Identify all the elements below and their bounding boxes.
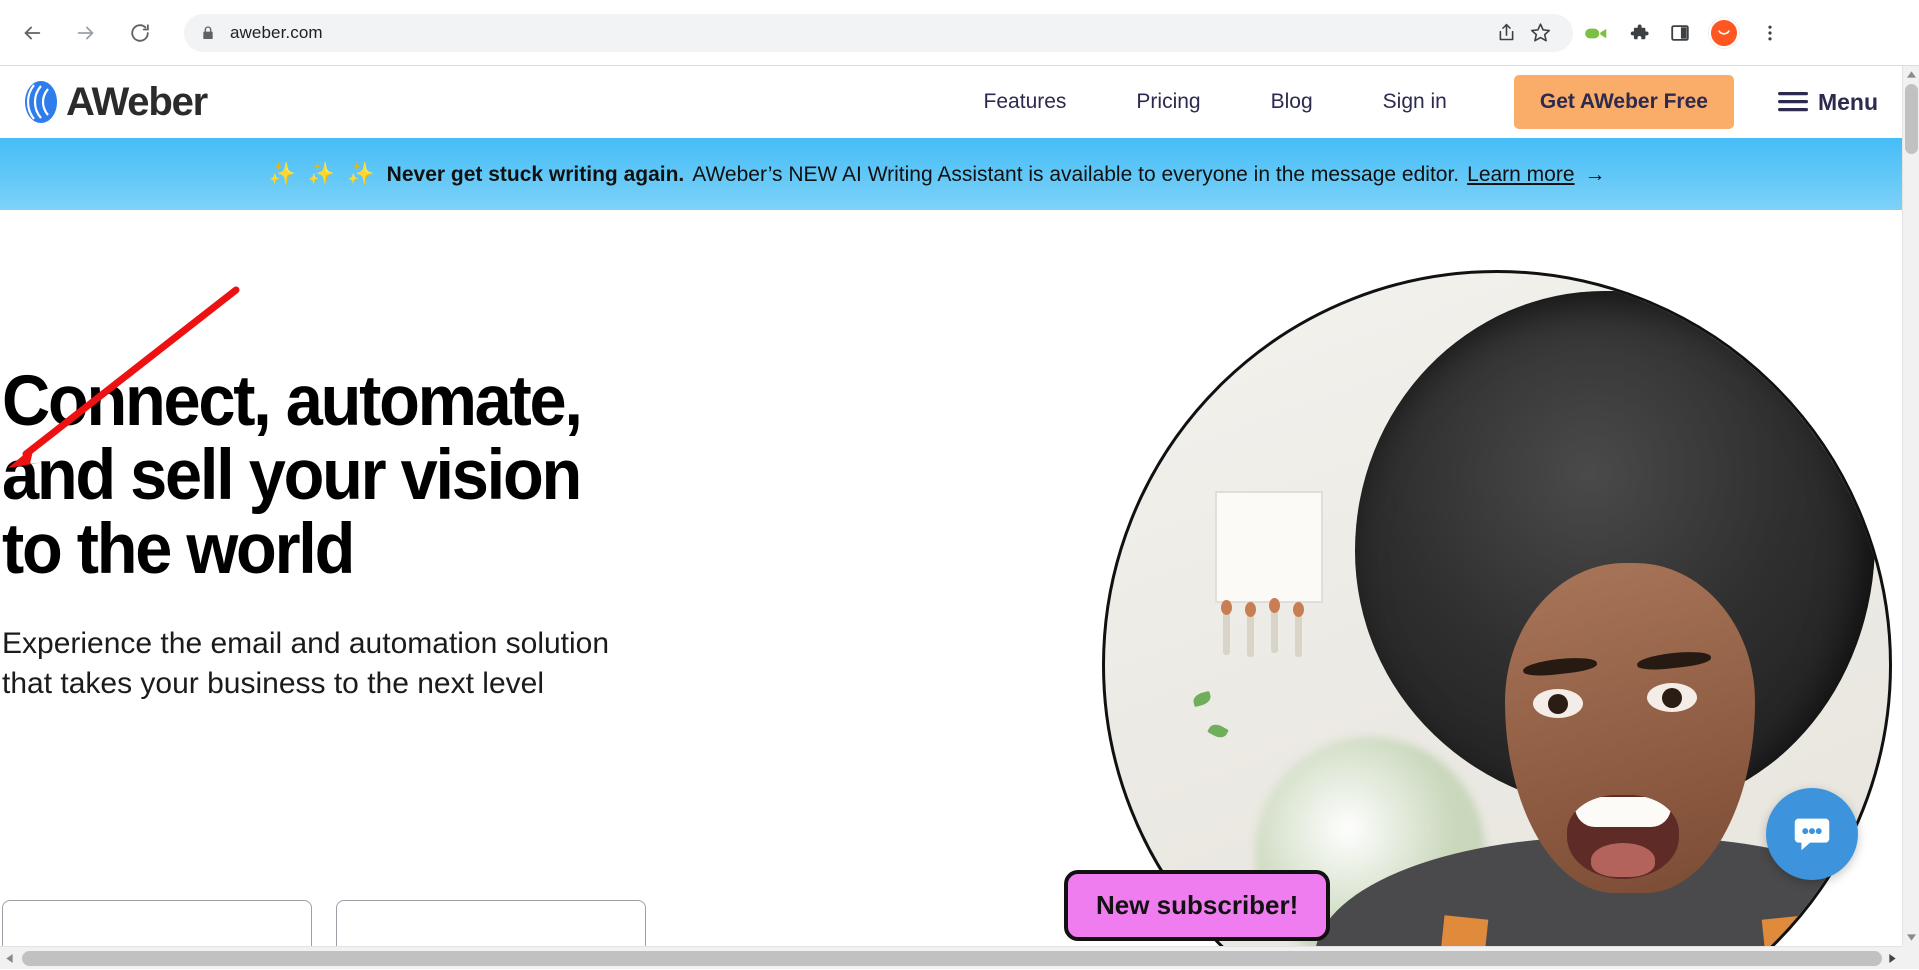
eye-right xyxy=(1647,683,1697,712)
scroll-up-button[interactable] xyxy=(1903,66,1919,83)
new-subscriber-badge: New subscriber! xyxy=(1064,870,1330,941)
profile-avatar-icon xyxy=(1715,24,1733,42)
browser-menu-button[interactable] xyxy=(1751,14,1789,52)
pupil-right xyxy=(1662,688,1682,708)
video-camera-icon xyxy=(1583,20,1609,46)
scroll-down-button[interactable] xyxy=(1903,929,1919,946)
overall-strap-right xyxy=(1762,915,1825,946)
menu-toggle-button[interactable]: Menu xyxy=(1778,89,1878,116)
horizontal-scrollbar[interactable] xyxy=(0,946,1919,969)
site-header: AWeber Features Pricing Blog Sign in Get… xyxy=(0,66,1902,138)
browser-toolbar-right xyxy=(1573,14,1797,52)
hero-heading-line-2: and sell your vision xyxy=(2,439,773,513)
back-button[interactable] xyxy=(12,13,52,53)
nav-link-sign-in[interactable]: Sign in xyxy=(1383,90,1447,114)
eyebrow-right xyxy=(1636,649,1711,672)
url-text: aweber.com xyxy=(230,23,323,43)
bookmark-button[interactable] xyxy=(1523,16,1557,50)
page-content: AWeber Features Pricing Blog Sign in Get… xyxy=(0,66,1902,946)
three-dot-menu-icon xyxy=(1760,23,1780,43)
screen-recorder-button[interactable] xyxy=(1577,14,1615,52)
get-aweber-free-button[interactable]: Get AWeber Free xyxy=(1514,75,1734,129)
puzzle-piece-icon xyxy=(1627,21,1650,44)
nav-link-pricing[interactable]: Pricing xyxy=(1136,90,1200,114)
chat-bubble-icon xyxy=(1789,811,1835,857)
sparkle-icon-2: ✨ xyxy=(308,161,335,187)
side-panel-button[interactable] xyxy=(1661,14,1699,52)
address-bar[interactable]: aweber.com xyxy=(184,14,1573,52)
page-viewport: AWeber Features Pricing Blog Sign in Get… xyxy=(0,66,1902,946)
browser-chrome: aweber.com xyxy=(0,0,1919,66)
lock-icon xyxy=(200,25,216,41)
chevron-down-icon xyxy=(1907,934,1916,941)
sparkle-icon-3: ✨ xyxy=(347,161,374,187)
hamburger-menu-icon xyxy=(1778,91,1808,113)
banner-learn-more-link[interactable]: Learn more xyxy=(1467,163,1574,187)
menu-label: Menu xyxy=(1818,89,1878,116)
subject-face xyxy=(1505,563,1755,893)
subject-mouth xyxy=(1567,795,1679,879)
star-icon xyxy=(1530,22,1551,43)
hero-subheading: Experience the email and automation solu… xyxy=(2,624,662,703)
chat-widget-button[interactable] xyxy=(1766,788,1858,880)
share-button[interactable] xyxy=(1489,16,1523,50)
profile-avatar[interactable] xyxy=(1709,18,1739,48)
announcement-banner: ✨ ✨ ✨ Never get stuck writing again. AWe… xyxy=(0,138,1902,210)
scrollbar-corner xyxy=(1902,946,1919,969)
chevron-right-icon xyxy=(1889,954,1896,963)
hero-name-input[interactable] xyxy=(2,900,312,946)
leaf-decor-5 xyxy=(1207,721,1229,740)
scroll-right-button[interactable] xyxy=(1883,947,1902,970)
back-arrow-icon xyxy=(21,22,43,44)
extensions-button[interactable] xyxy=(1619,14,1657,52)
side-panel-icon xyxy=(1669,22,1691,44)
tongue xyxy=(1591,843,1655,877)
chevron-up-icon xyxy=(1907,71,1916,78)
banner-headline: Never get stuck writing again. xyxy=(387,163,685,187)
brush-decor-4 xyxy=(1295,611,1302,657)
site-navigation: Features Pricing Blog Sign in Get AWeber… xyxy=(949,75,1902,129)
brush-decor-2 xyxy=(1247,611,1254,657)
forward-arrow-icon xyxy=(75,22,97,44)
wall-frame-decor xyxy=(1215,491,1323,603)
eyebrow-left xyxy=(1522,655,1597,678)
scroll-left-button[interactable] xyxy=(0,947,19,970)
share-icon xyxy=(1496,22,1517,43)
chevron-left-icon xyxy=(6,954,13,963)
brush-decor-3 xyxy=(1271,607,1278,653)
pupil-left xyxy=(1548,694,1568,714)
hero-heading-line-1: Connect, automate, xyxy=(2,365,773,439)
vertical-scrollbar[interactable] xyxy=(1902,66,1919,946)
right-arrow-icon: → xyxy=(1585,163,1606,187)
hero-copy: Connect, automate, and sell your vision … xyxy=(2,365,822,704)
nav-link-features[interactable]: Features xyxy=(984,90,1067,114)
nav-link-blog[interactable]: Blog xyxy=(1271,90,1313,114)
hero-heading-line-3: to the world xyxy=(2,513,773,587)
hero-signup-form xyxy=(2,900,646,946)
forward-button[interactable] xyxy=(66,13,106,53)
overall-strap-left xyxy=(1426,915,1489,946)
reload-icon xyxy=(129,22,151,44)
eye-left xyxy=(1533,689,1583,718)
hero-heading: Connect, automate, and sell your vision … xyxy=(2,365,773,586)
banner-body-text: AWeber’s NEW AI Writing Assistant is ava… xyxy=(692,163,1459,187)
reload-button[interactable] xyxy=(120,13,160,53)
brush-decor-1 xyxy=(1223,609,1230,655)
sparkle-icon-1: ✨ xyxy=(268,161,295,187)
leaf-decor-4 xyxy=(1192,691,1212,707)
aweber-logo-icon xyxy=(20,79,64,125)
aweber-logo-text: AWeber xyxy=(66,80,207,125)
vertical-scrollbar-thumb[interactable] xyxy=(1905,84,1918,154)
aweber-logo[interactable]: AWeber xyxy=(20,79,207,125)
hero-email-input[interactable] xyxy=(336,900,646,946)
teeth xyxy=(1575,797,1671,827)
hero-section: New subscriber! Connect, automate, and s… xyxy=(0,210,1902,946)
horizontal-scrollbar-thumb[interactable] xyxy=(22,951,1882,966)
